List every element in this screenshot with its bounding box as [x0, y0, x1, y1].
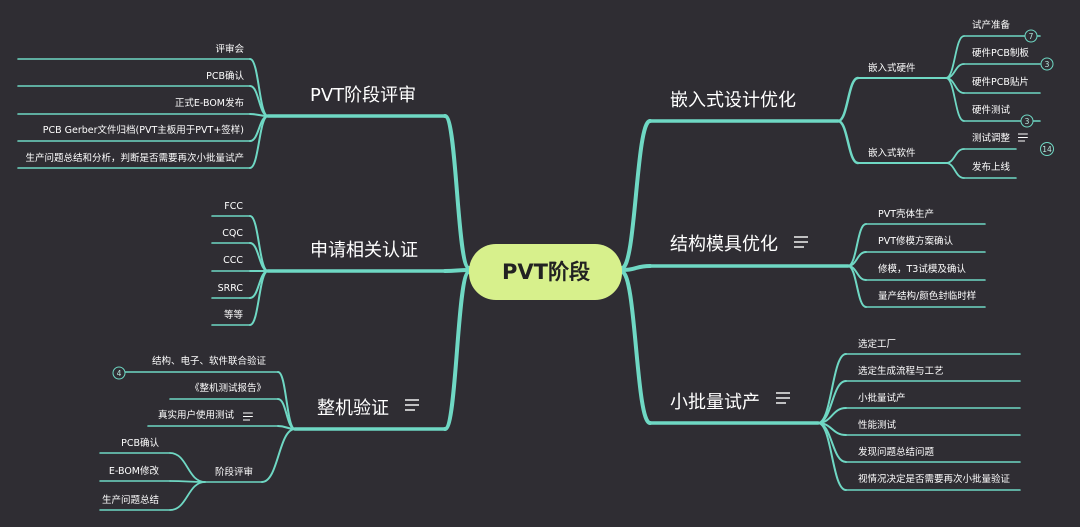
root-node[interactable]: PVT阶段	[469, 244, 622, 300]
connector-curve	[817, 422, 847, 491]
connector-curve	[836, 76, 860, 123]
verify-item-0[interactable]: 结构、电子、软件联合验证	[152, 355, 267, 367]
hw-item-test[interactable]: 硬件测试	[972, 104, 1011, 116]
branch-structure-label[interactable]: 结构模具优化	[670, 234, 778, 255]
connector-curve	[817, 353, 847, 424]
connector-curve	[945, 162, 965, 179]
structure-item-2[interactable]: 修模，T3试模及确认	[878, 263, 966, 275]
review-item-2[interactable]: 正式E-BOM发布	[175, 97, 244, 109]
connector-curve	[443, 114, 471, 270]
svg-text:3: 3	[1045, 60, 1050, 69]
review-item-1[interactable]: PCB确认	[206, 70, 244, 82]
trial-item-5[interactable]: 视情况决定是否需要再次小批量验证	[858, 473, 1011, 485]
trial-item-3[interactable]: 性能测试	[858, 419, 897, 431]
connector-curve	[443, 268, 471, 273]
sw-item-test-adjust[interactable]: 测试调整	[972, 132, 1011, 144]
verify-item-2[interactable]: 真实用户使用测试	[158, 409, 235, 421]
cert-item-1[interactable]: CQC	[222, 228, 243, 239]
connector-curve	[249, 115, 269, 169]
hw-item-pcb-smt[interactable]: 硬件PCB贴片	[972, 76, 1029, 88]
svg-text:14: 14	[1042, 145, 1052, 154]
cert-item-2[interactable]: CCC	[223, 255, 243, 266]
svg-text:4: 4	[117, 369, 122, 378]
hw-item-pcb-make[interactable]: 硬件PCB制板	[972, 47, 1029, 59]
embedded-hardware-label[interactable]: 嵌入式硬件	[868, 62, 916, 74]
count-badge[interactable]: 3	[1040, 57, 1054, 71]
count-badge[interactable]: 4	[112, 366, 126, 380]
review-item-0[interactable]: 评审会	[215, 43, 244, 55]
svg-text:7: 7	[1029, 32, 1034, 41]
branch-review-label[interactable]: PVT阶段评审	[310, 85, 416, 106]
stage-item-0[interactable]: PCB确认	[121, 437, 159, 449]
count-badge[interactable]: 7	[1024, 29, 1038, 43]
connector-curve	[620, 270, 652, 425]
stage-item-1[interactable]: E-BOM修改	[109, 465, 160, 477]
branch-cert-label[interactable]: 申请相关认证	[310, 240, 418, 261]
trial-item-4[interactable]: 发现问题总结问题	[858, 446, 935, 458]
cert-item-4[interactable]: 等等	[224, 309, 244, 321]
mind-map-canvas: PVT阶段 嵌入式设计优化 结构模具优化 小批量试产 PVT阶段评审 申请相关认…	[17, 19, 1054, 511]
connector-curve	[169, 480, 206, 483]
connector-curve	[620, 119, 652, 270]
structure-item-3[interactable]: 量产结构/颜色封临时样	[878, 290, 976, 302]
count-badge[interactable]: 14	[1040, 142, 1054, 156]
root-label: PVT阶段	[502, 260, 590, 284]
sw-item-release[interactable]: 发布上线	[972, 161, 1011, 173]
cert-item-3[interactable]: SRRC	[218, 283, 244, 294]
note-icon[interactable]	[405, 399, 419, 411]
hw-item-prep[interactable]: 试产准备	[972, 19, 1011, 31]
note-icon[interactable]	[776, 392, 790, 404]
review-item-3[interactable]: PCB Gerber文件归档(PVT主板用于PVT+签样)	[43, 124, 244, 136]
branch-embedded-label[interactable]: 嵌入式设计优化	[670, 90, 796, 111]
connector-curve	[443, 270, 471, 431]
connector-curve	[836, 119, 860, 165]
connector-curve	[261, 428, 296, 483]
verify-stage-label[interactable]: 阶段评审	[215, 466, 253, 478]
connector-curve	[945, 148, 965, 164]
note-icon[interactable]	[1018, 133, 1028, 142]
embedded-software-label[interactable]: 嵌入式软件	[868, 147, 916, 159]
verify-item-1[interactable]: 《整机测试报告》	[190, 382, 266, 394]
branch-trial-label[interactable]: 小批量试产	[670, 392, 760, 413]
trial-item-0[interactable]: 选定工厂	[858, 338, 896, 350]
note-icon[interactable]	[794, 236, 808, 248]
connector-curve	[169, 452, 206, 483]
review-item-4[interactable]: 生产问题总结和分析，判断是否需要再次小批量试产	[25, 152, 244, 164]
trial-item-1[interactable]: 选定生成流程与工艺	[858, 365, 944, 377]
stage-item-2[interactable]: 生产问题总结	[102, 494, 159, 506]
trial-item-2[interactable]: 小批量试产	[858, 392, 906, 404]
count-badge[interactable]: 3	[1020, 114, 1034, 128]
cert-item-0[interactable]: FCC	[224, 201, 243, 212]
structure-item-0[interactable]: PVT壳体生产	[878, 208, 934, 220]
note-icon[interactable]	[243, 412, 253, 421]
connector-curve	[169, 481, 206, 511]
branch-verify-label[interactable]: 整机验证	[317, 398, 389, 419]
structure-item-1[interactable]: PVT修模方案确认	[878, 235, 954, 247]
svg-text:3: 3	[1025, 117, 1030, 126]
